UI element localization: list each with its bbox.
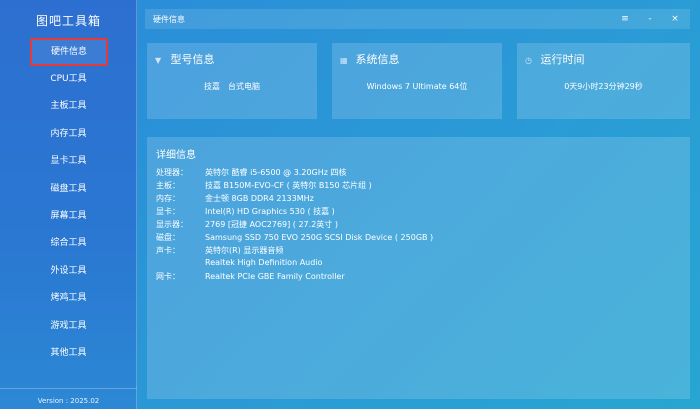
menu-icon[interactable]: ≡: [618, 12, 632, 26]
sidebar-item-peripheral-tools[interactable]: 外设工具: [0, 258, 137, 285]
close-button[interactable]: ×: [668, 12, 682, 26]
detail-row-sound: 声卡： 英特尔(R) 显示器音频: [156, 246, 284, 255]
version-label: Version : 2025.02: [37, 397, 100, 405]
chevron-down-icon: ▼: [155, 56, 162, 65]
model-info-value: 技嘉 台式电脑: [204, 82, 260, 91]
sidebar-item-general-tools[interactable]: 综合工具: [0, 230, 137, 257]
detail-row-disk: 磁盘： Samsung SSD 750 EVO 250G SCSI Disk De…: [156, 233, 434, 242]
system-info-value: Windows 7 Ultimate 64位: [366, 82, 468, 91]
sidebar-item-disk-tools[interactable]: 磁盘工具: [0, 176, 137, 203]
sidebar: 图吧工具箱 硬件信息 CPU工具 主板工具 内存工具 显卡工具 磁盘工具 屏幕工…: [0, 0, 137, 409]
sidebar-item-gpu-tools[interactable]: 显卡工具: [0, 148, 137, 175]
app-title: 图吧工具箱: [35, 14, 101, 28]
sidebar-item-screen-tools[interactable]: 屏幕工具: [0, 203, 137, 230]
window-titlebar: 硬件信息 ≡ - ×: [145, 9, 690, 29]
model-info-title: 型号信息: [170, 53, 215, 66]
detail-info-panel: 详细信息 处理器： 英特尔 酷睿 i5-6500 @ 3.20GHz 四核 主板：…: [147, 137, 690, 399]
sidebar-item-motherboard-tools[interactable]: 主板工具: [0, 93, 137, 120]
system-info-title: 系统信息: [355, 53, 400, 66]
version-divider: [0, 388, 137, 389]
detail-row-gpu: 显卡： Intel(R) HD Graphics 530 ( 技嘉 ): [156, 207, 335, 216]
clock-icon: ◷: [525, 56, 532, 65]
sidebar-item-hardware-info[interactable]: 硬件信息: [30, 38, 108, 66]
uptime-value: 0天9小时23分钟29秒: [564, 82, 643, 91]
sidebar-item-cpu-tools[interactable]: CPU工具: [0, 66, 137, 93]
sidebar-item-game-tools[interactable]: 游戏工具: [0, 313, 137, 340]
detail-row-network: 网卡： Realtek PCIe GBE Family Controller: [156, 272, 345, 281]
sidebar-item-other-tools[interactable]: 其他工具: [0, 340, 137, 367]
window-title: 硬件信息: [153, 15, 185, 24]
detail-info-list: 处理器： 英特尔 酷睿 i5-6500 @ 3.20GHz 四核 主板： 技嘉 B1…: [156, 167, 433, 284]
uptime-card: ◷ 运行时间 0天9小时23分钟29秒: [517, 43, 690, 119]
detail-row-sound-2: Realtek High Definition Audio: [205, 258, 323, 267]
windows-icon: ▦: [340, 56, 348, 65]
system-info-card: ▦ 系统信息 Windows 7 Ultimate 64位: [332, 43, 502, 119]
sidebar-item-memory-tools[interactable]: 内存工具: [0, 121, 137, 148]
main-panel: 硬件信息 ≡ - × ▼ 型号信息 技嘉 台式电脑 ▦ 系统信息 Windows…: [137, 0, 700, 409]
detail-row-memory: 内存： 金士顿 8GB DDR4 2133MHz: [156, 194, 314, 203]
sidebar-item-stress-tools[interactable]: 烤鸡工具: [0, 285, 137, 312]
detail-row-cpu: 处理器： 英特尔 酷睿 i5-6500 @ 3.20GHz 四核: [156, 168, 347, 177]
detail-row-monitor: 显示器： 2769 [冠捷 AOC2769] ( 27.2英寸 ): [156, 220, 338, 229]
sidebar-nav: 硬件信息 CPU工具 主板工具 内存工具 显卡工具 磁盘工具 屏幕工具 综合工具…: [0, 38, 137, 367]
uptime-title: 运行时间: [540, 53, 585, 66]
model-info-card: ▼ 型号信息 技嘉 台式电脑: [147, 43, 317, 119]
minimize-button[interactable]: -: [643, 12, 657, 26]
detail-row-motherboard: 主板： 技嘉 B150M-EVO-CF ( 英特尔 B150 芯片组 ): [156, 181, 372, 190]
detail-info-title: 详细信息: [156, 150, 196, 161]
